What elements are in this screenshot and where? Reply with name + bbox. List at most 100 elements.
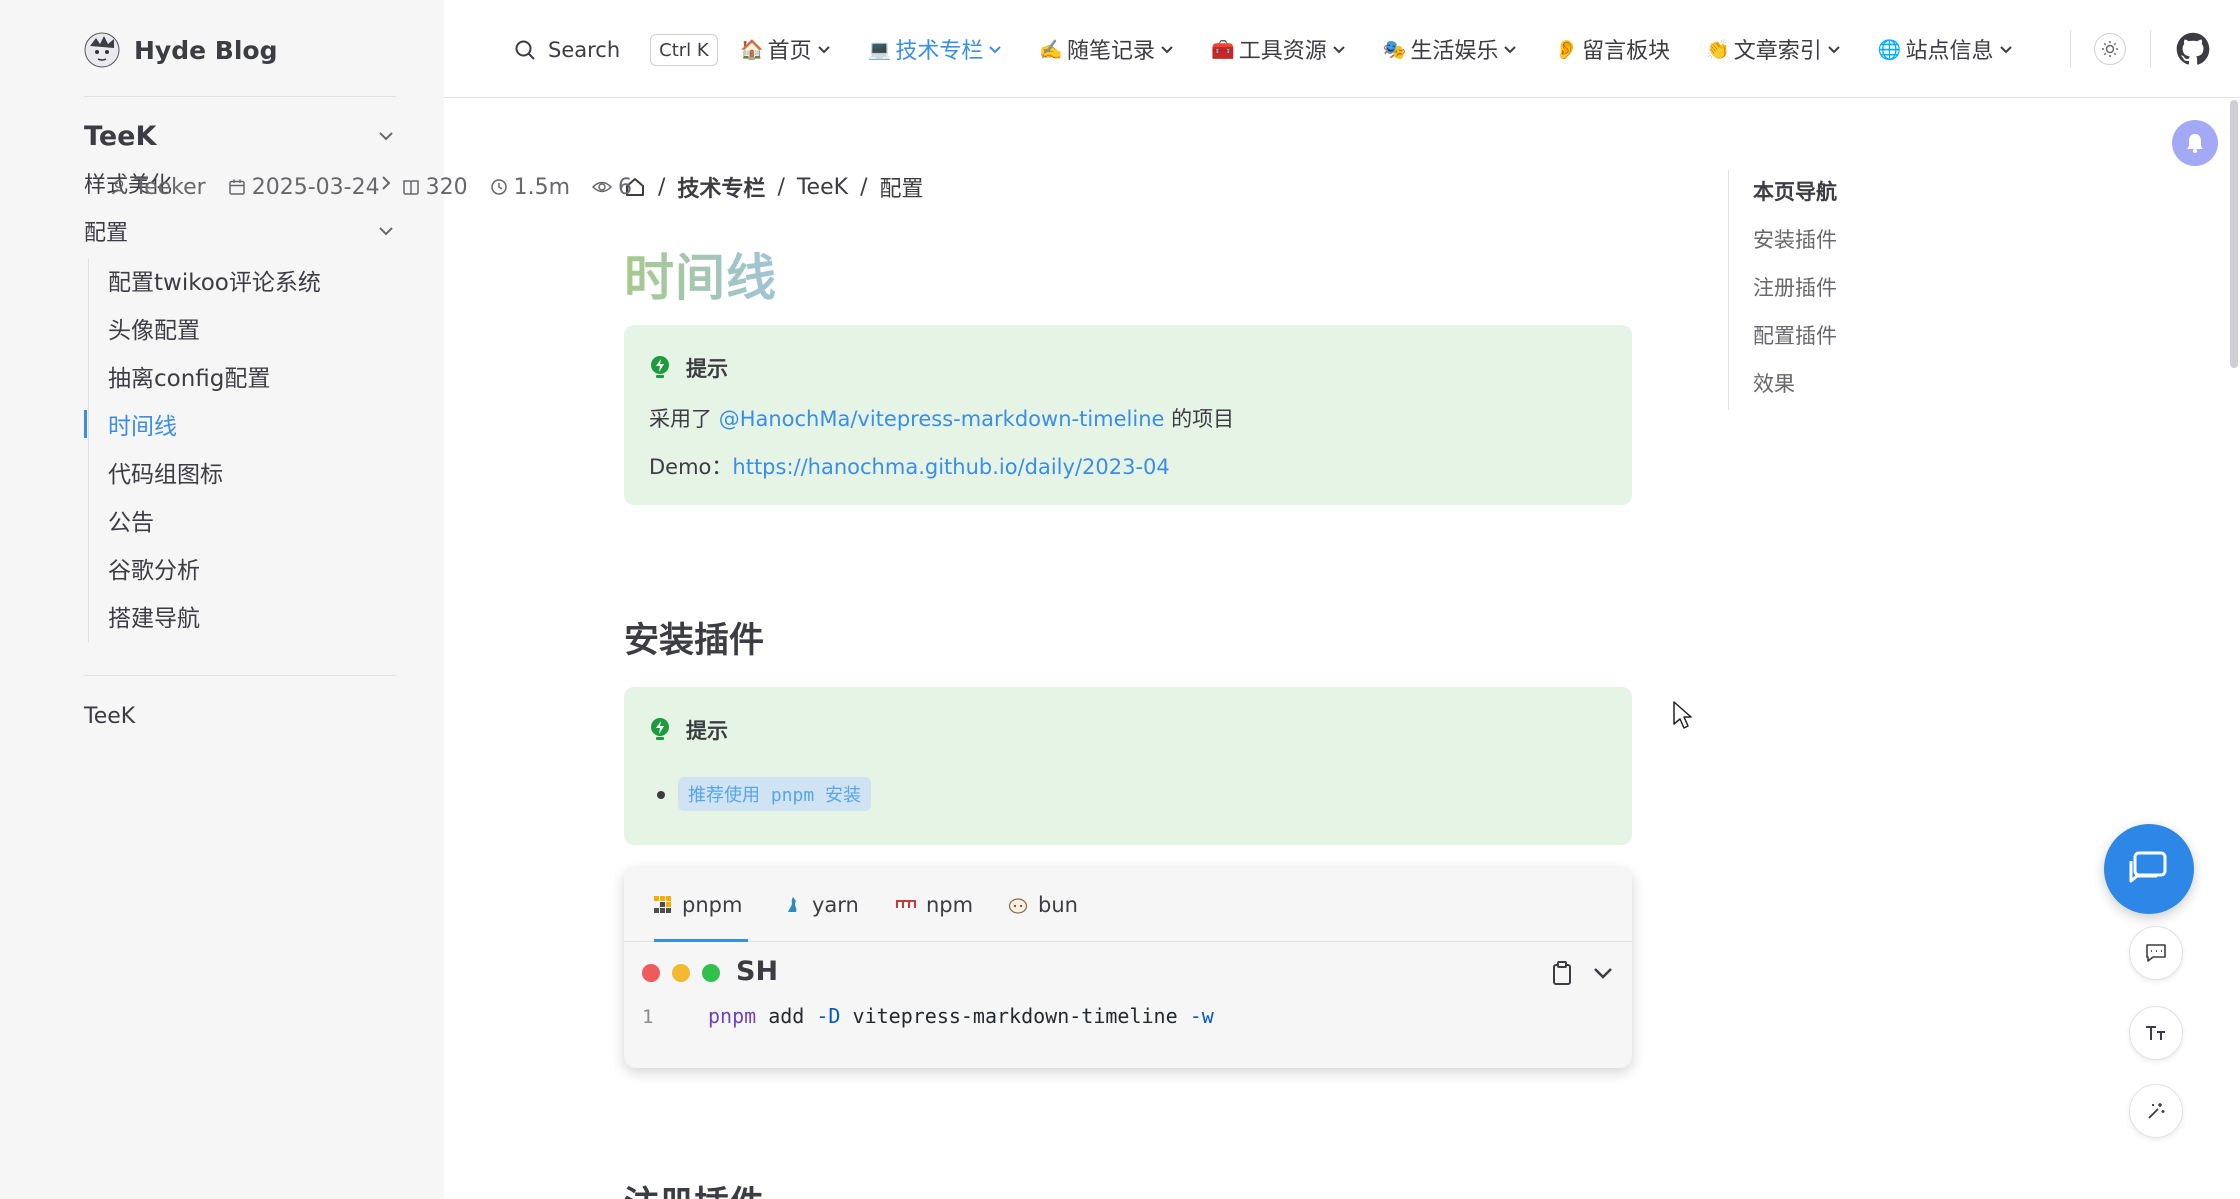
bun-icon [1008,898,1028,914]
theme-toggle[interactable] [2094,33,2126,65]
book-icon [402,180,419,195]
tab-bun[interactable]: bun [1008,868,1078,942]
page-title: 时间线 [624,238,777,310]
npm-icon [896,900,916,908]
effects-button[interactable] [2129,1084,2183,1138]
nav-item-index[interactable]: 👏 文章索引 [1706,33,1842,65]
bell-icon [2187,134,2203,153]
table-of-contents: 本页导航 安装插件 注册插件 配置插件 效果 [1728,170,1948,410]
breadcrumb-separator: / [777,174,785,200]
nav-item-guestbook[interactable]: 👂 留言板块 [1554,33,1670,65]
sidebar-group-teek[interactable]: TeeK [84,116,396,156]
font-size-button[interactable] [2129,1006,2183,1060]
tip-callout: 提示 推荐使用 pnpm 安装 [624,687,1632,845]
tab-pnpm[interactable]: pnpm [654,868,749,942]
section-heading-register-clip: 注册插件 [624,1176,1224,1199]
top-navbar: Search Ctrl K 🏠 首页 💻 技术专栏 ✍️ 随笔记录 🧰 工具资源… [444,0,2240,98]
sidebar-subitem[interactable]: 谷歌分析 [84,546,396,590]
breadcrumb-separator: / [860,174,868,200]
meta-date-text: 2025-03-24 [251,174,380,200]
sparkle-icon [2148,1103,2165,1119]
breadcrumb: / 技术专栏 / TeeK / 配置 [624,170,924,204]
chevron-down-icon [1828,46,1840,54]
scrollbar-thumb[interactable] [2230,100,2238,368]
clapping-icon: 👏 [1706,38,1730,61]
writing-hand-icon: ✍️ [1039,38,1064,61]
toc-item[interactable]: 安装插件 [1753,224,1837,254]
breadcrumb-page[interactable]: 配置 [879,171,923,203]
sidebar-subitem-label: 配置twikoo评论系统 [108,270,321,296]
search-label: Search [548,38,621,62]
chevron-down-icon [379,132,393,141]
brand[interactable]: Hyde Blog [84,30,277,70]
tab-npm[interactable]: npm [896,868,973,942]
eye-icon [592,181,612,193]
toc-title: 本页导航 [1753,180,1837,204]
sidebar-subitem[interactable]: 代码组图标 [84,450,396,494]
lightbulb-icon [651,356,669,378]
tab-label: bun [1038,893,1078,917]
comment-icon [2146,944,2166,962]
sidebar-item-label: 配置 [84,221,129,246]
chevron-down-icon [1504,46,1517,54]
notification-button[interactable] [2172,120,2218,166]
toc-item[interactable]: 效果 [1753,368,1795,398]
tip-header: 提示 [648,715,728,745]
nav-item-life[interactable]: 🎭 生活娱乐 [1383,33,1519,65]
sidebar-subitem[interactable]: 头像配置 [84,306,396,350]
tip-text: 采用了 [649,407,719,431]
sidebar-item-teek[interactable]: TeeK [84,696,396,736]
chevron-down-icon[interactable] [1590,960,1616,986]
code-group-tabs: pnpm yarn npm bun [624,868,1632,942]
arts-icon: 🎭 [1382,38,1407,61]
nav-item-tools[interactable]: 🧰 工具资源 [1211,33,1347,65]
code-language: SH [736,956,779,987]
nav-item-home[interactable]: 🏠 首页 [740,33,832,65]
sidebar-item-config[interactable]: 配置 [84,211,396,251]
tab-label: yarn [812,893,859,917]
meta-date: 2025-03-24 [228,175,380,200]
chat-bubbles-icon [2129,851,2167,883]
nav-item-label: 留言板块 [1582,39,1671,64]
nav-item-label: 工具资源 [1238,39,1327,64]
chevron-down-icon [1333,46,1345,54]
nav-item-label: 首页 [767,39,812,64]
chat-button[interactable] [2104,824,2194,914]
nav-divider [2150,30,2151,68]
tip-line-1: 采用了 @HanochMa/vitepress-markdown-timelin… [649,403,1234,433]
lightbulb-icon [651,718,669,740]
sidebar-group-title: TeeK [84,120,157,152]
sidebar-subitem[interactable]: 公告 [84,498,396,542]
tip-text: 的项目 [1164,407,1235,431]
text-size-icon [2146,1026,2165,1040]
sidebar-subitem[interactable]: 配置twikoo评论系统 [84,258,396,302]
tab-yarn[interactable]: yarn [784,868,859,942]
clipboard-icon[interactable] [1550,960,1574,986]
breadcrumb-section[interactable]: 技术专栏 [677,171,765,203]
toolbox-icon: 🧰 [1211,38,1235,61]
meta-author[interactable]: Teeker [110,175,206,200]
github-icon[interactable] [2176,32,2210,66]
tab-label: npm [926,893,974,917]
search-button[interactable]: Search Ctrl K [514,32,718,68]
house-icon: 🏠 [740,38,764,61]
section-heading-register: 注册插件 [624,1176,764,1199]
sidebar-subitem-label: 抽离config配置 [108,366,271,392]
breadcrumb-group[interactable]: TeeK [797,175,848,200]
nav-item-site[interactable]: 🌐 站点信息 [1878,33,2014,65]
code-token-arg: add [756,1004,817,1028]
sidebar-divider [84,96,396,97]
clock-icon [490,179,507,195]
sidebar-subitem-active[interactable]: 时间线 [84,402,396,446]
tip-link-demo[interactable]: https://hanochma.github.io/daily/2023-04 [732,455,1169,479]
toc-item[interactable]: 注册插件 [1753,272,1837,302]
tip-link-repo[interactable]: @HanochMa/vitepress-markdown-timeline [719,407,1165,431]
nav-item-notes[interactable]: ✍️ 随笔记录 [1039,33,1175,65]
sidebar-subitem[interactable]: 搭建导航 [84,594,396,638]
pnpm-icon [654,896,671,913]
nav-item-tech[interactable]: 💻 技术专栏 [868,33,1004,65]
chevron-down-icon [1161,46,1173,54]
toc-item[interactable]: 配置插件 [1753,320,1837,350]
sidebar-subitem[interactable]: 抽离config配置 [84,354,396,398]
comment-button[interactable] [2129,926,2183,980]
